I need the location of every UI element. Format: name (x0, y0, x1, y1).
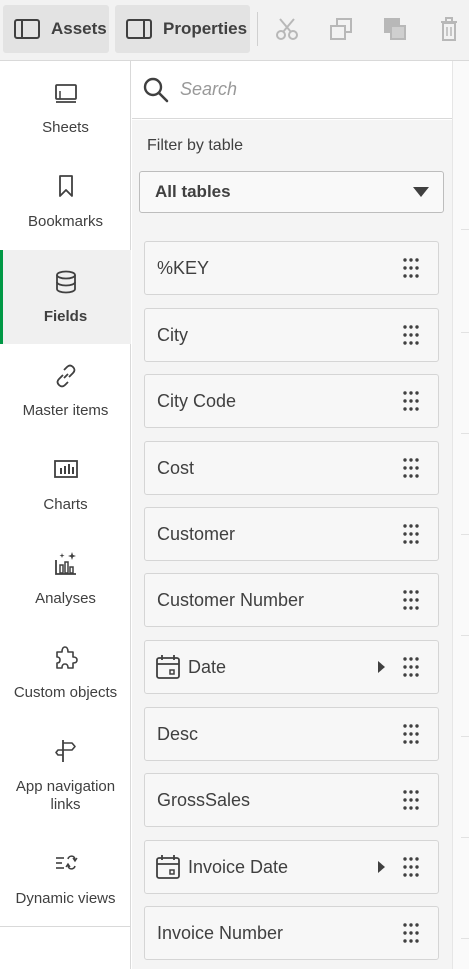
sidebar-item-dynamic-views[interactable]: Dynamic views (0, 832, 131, 926)
drag-handle-icon[interactable] (402, 789, 420, 811)
drag-handle-icon[interactable] (402, 324, 420, 346)
field-item[interactable]: GrossSales (144, 773, 439, 827)
sidebar-item-charts[interactable]: Charts (0, 438, 131, 532)
field-name: Invoice Number (157, 922, 284, 943)
field-item-invoice-date[interactable]: Invoice Date (144, 840, 439, 894)
search-bar (132, 61, 452, 119)
assets-button[interactable]: Assets (3, 5, 109, 53)
expand-arrow-icon[interactable] (378, 861, 385, 873)
sidebar-item-label: Bookmarks (27, 213, 104, 230)
sidebar-divider (0, 926, 131, 927)
sidebar-item-custom-objects[interactable]: Custom objects (0, 626, 131, 720)
field-item[interactable]: City (144, 308, 439, 362)
duplicate-icon[interactable] (382, 16, 408, 42)
drag-handle-icon[interactable] (402, 656, 420, 678)
field-name: City Code (157, 390, 237, 411)
sidebar-item-label: Sheets (42, 119, 89, 136)
asset-sidebar: Sheets Bookmarks Fields Master items Cha… (0, 61, 131, 969)
sidebar-item-sheets[interactable]: Sheets (0, 61, 131, 155)
field-item[interactable]: Customer Number (144, 573, 439, 627)
canvas-gridline (461, 938, 469, 939)
canvas-gridline (461, 433, 469, 434)
sidebar-item-master-items[interactable]: Master items (0, 344, 131, 438)
chevron-down-icon (413, 187, 429, 197)
canvas-gridline (461, 229, 469, 230)
database-icon (55, 270, 76, 294)
dropdown-selected-value: All tables (155, 182, 231, 201)
panel-left-icon (14, 19, 40, 39)
drag-handle-icon[interactable] (402, 257, 420, 279)
sidebar-item-label: App navigation links (15, 778, 116, 813)
dynamic-views-icon (55, 855, 78, 870)
field-name: Desc (157, 723, 199, 744)
puzzle-icon (55, 646, 78, 669)
link-icon (56, 364, 75, 388)
bookmark-icon (58, 175, 73, 197)
sidebar-item-label: Dynamic views (15, 890, 116, 907)
field-name: GrossSales (157, 789, 251, 810)
toolbar: Assets Properties (0, 0, 469, 61)
field-item[interactable]: City Code (144, 374, 439, 428)
sparkle-chart-icon (54, 552, 76, 575)
drag-handle-icon[interactable] (402, 390, 420, 412)
drag-handle-icon[interactable] (402, 457, 420, 479)
drag-handle-icon[interactable] (402, 723, 420, 745)
sidebar-item-label: Charts (43, 496, 88, 513)
canvas-gridline (461, 332, 469, 333)
bar-chart-icon (53, 460, 78, 478)
copy-icon[interactable] (328, 16, 354, 42)
field-name: Customer Number (157, 589, 305, 610)
field-name: Date (188, 656, 227, 677)
field-name: Cost (157, 457, 195, 478)
field-name: Customer (157, 523, 236, 544)
toolbar-divider (257, 12, 258, 46)
sidebar-item-label: Analyses (35, 590, 96, 607)
calendar-icon (156, 655, 180, 679)
canvas-gridline (461, 534, 469, 535)
drag-handle-icon[interactable] (402, 922, 420, 944)
delete-icon[interactable] (436, 16, 462, 42)
signpost-icon (54, 740, 76, 762)
sidebar-item-bookmarks[interactable]: Bookmarks (0, 155, 131, 249)
field-item[interactable]: %KEY (144, 241, 439, 295)
filter-label: Filter by table (147, 137, 244, 154)
expand-arrow-icon[interactable] (378, 661, 385, 673)
drag-handle-icon[interactable] (402, 856, 420, 878)
sidebar-item-analyses[interactable]: Analyses (0, 532, 131, 626)
table-filter-dropdown[interactable]: All tables (139, 171, 444, 213)
canvas-gridline (461, 736, 469, 737)
fields-panel: Filter by table All tables %KEY City Cit… (132, 61, 452, 969)
search-icon (143, 77, 169, 102)
cut-icon[interactable] (274, 16, 300, 42)
sidebar-item-app-navigation-links[interactable]: App navigation links (0, 720, 131, 832)
sheet-icon (54, 84, 77, 103)
drag-handle-icon[interactable] (402, 523, 420, 545)
field-name: Invoice Date (188, 856, 289, 877)
canvas-edge (452, 61, 469, 969)
assets-label: Assets (51, 19, 107, 38)
field-item[interactable]: Customer (144, 507, 439, 561)
search-input[interactable] (180, 79, 420, 100)
sidebar-item-label: Custom objects (13, 684, 118, 701)
field-item[interactable]: Invoice Number (144, 906, 439, 960)
field-name: %KEY (157, 257, 210, 278)
sidebar-item-fields[interactable]: Fields (0, 250, 131, 344)
properties-label: Properties (163, 19, 248, 38)
properties-button[interactable]: Properties (115, 5, 250, 53)
field-item-date[interactable]: Date (144, 640, 439, 694)
calendar-icon (156, 855, 180, 879)
canvas-gridline (461, 837, 469, 838)
field-list: %KEY City City Code Cost Customer Custom… (132, 227, 452, 969)
sidebar-item-label: Master items (22, 402, 109, 419)
field-item[interactable]: Desc (144, 707, 439, 761)
field-name: City (157, 324, 188, 345)
sidebar-item-label: Fields (43, 308, 88, 325)
canvas-gridline (461, 635, 469, 636)
drag-handle-icon[interactable] (402, 589, 420, 611)
panel-right-icon (126, 19, 152, 39)
field-item[interactable]: Cost (144, 441, 439, 495)
